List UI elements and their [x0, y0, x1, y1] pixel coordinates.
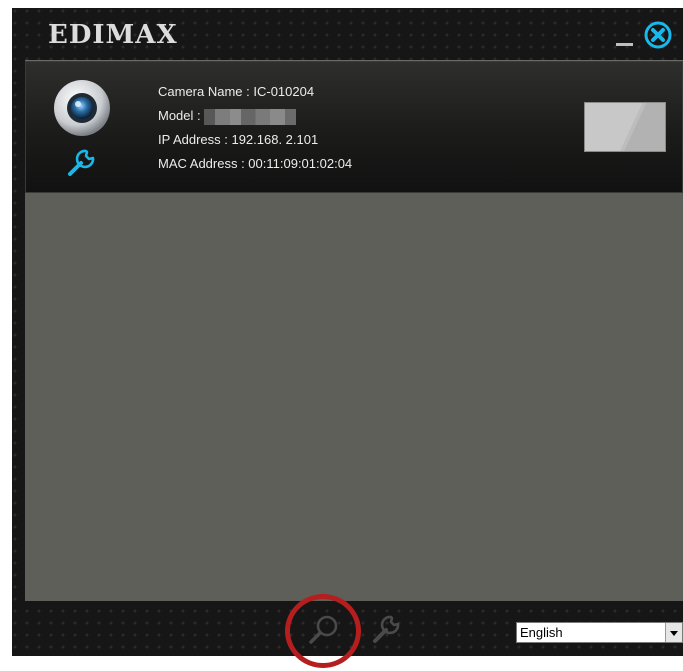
model-label: Model :: [158, 108, 201, 123]
language-select[interactable]: English: [516, 622, 683, 643]
edimax-logo: EDIMAX: [48, 20, 178, 50]
language-selected-value: English: [520, 625, 563, 640]
device-list: Camera Name : IC-010204 Model : IP Addre…: [25, 60, 683, 601]
camera-preview-thumbnail[interactable]: [584, 102, 666, 152]
webcam-icon: [54, 80, 110, 136]
wrench-icon[interactable]: [64, 146, 98, 180]
device-row[interactable]: Camera Name : IC-010204 Model : IP Addre…: [25, 61, 683, 193]
utility-window: EDIMAX Camera Name: IC-010204 Model: I…: [12, 8, 683, 656]
dropdown-arrow-icon[interactable]: [665, 623, 682, 642]
camera-name-text: Camera Name : IC-010204: [158, 84, 315, 99]
model-row: Model :: [158, 104, 352, 128]
redacted-model-value: [204, 108, 297, 125]
minimize-icon: [616, 43, 633, 46]
search-button-highlight-circle: [285, 594, 361, 668]
device-info: Camera Name : IC-010204 Model : IP Addre…: [158, 80, 352, 176]
close-button[interactable]: [644, 21, 672, 49]
ip-address-text: IP Address : 192.168. 2.101: [158, 132, 319, 147]
mac-address-text: MAC Address : 00:11:09:01:02:04: [158, 156, 353, 171]
tools-button[interactable]: [368, 612, 404, 648]
minimize-button[interactable]: [612, 28, 638, 46]
